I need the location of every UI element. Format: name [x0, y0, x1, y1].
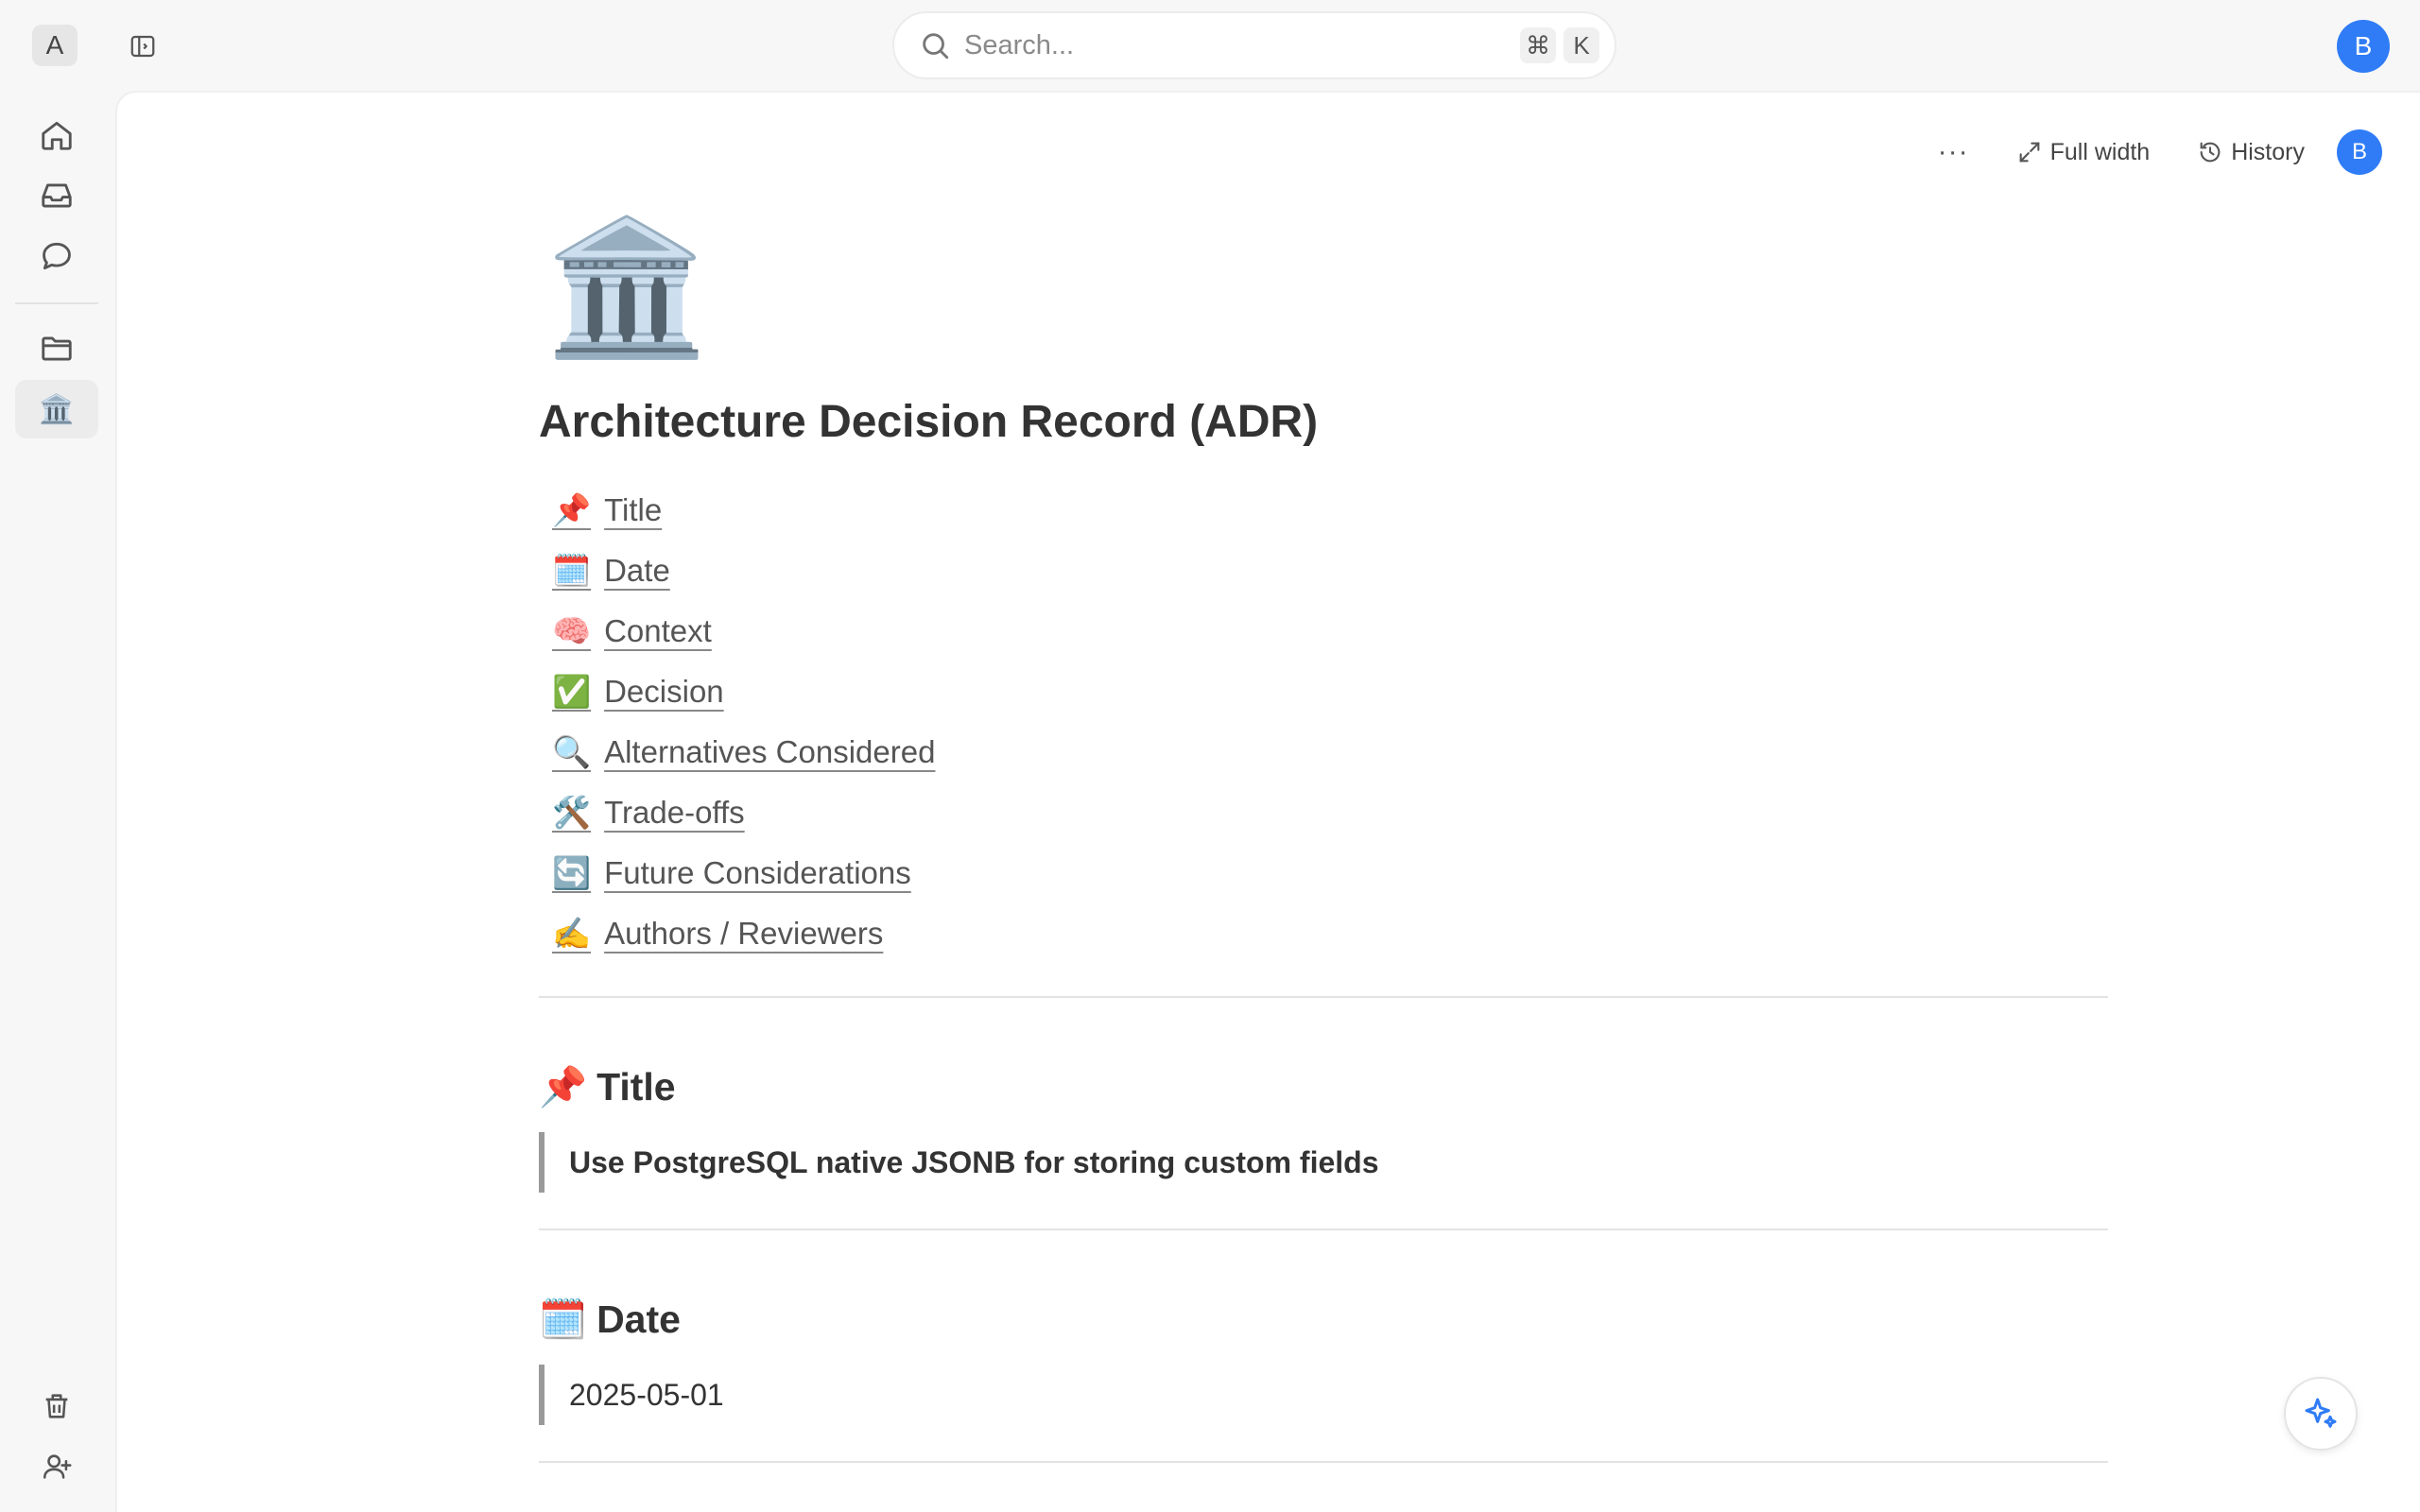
sparkle-icon	[2305, 1398, 2337, 1428]
history-button[interactable]: History	[2197, 139, 2305, 166]
page-adr-shortcut[interactable]: 🏛️	[15, 380, 98, 438]
sidebar-toggle-icon[interactable]	[127, 30, 159, 62]
rail-divider	[15, 302, 98, 304]
folder-icon[interactable]	[15, 319, 98, 378]
search-bar[interactable]: ⌘ K	[892, 11, 1616, 79]
home-icon[interactable]	[15, 106, 98, 164]
divider	[539, 996, 2108, 998]
full-width-button[interactable]: Full width	[2016, 138, 2151, 166]
more-options-button[interactable]: ···	[1938, 136, 1969, 168]
history-icon	[2200, 142, 2221, 163]
shortcut-k-key: K	[1564, 27, 1599, 63]
workspace-switcher[interactable]: A	[32, 25, 78, 66]
toc-link-authors-reviewers[interactable]: ✍️ Authors / Reviewers	[552, 903, 883, 964]
shortcut-cmd-key: ⌘	[1520, 27, 1556, 63]
section-heading-date[interactable]: 🗓️ Date	[539, 1293, 2108, 1346]
section-quote-date[interactable]: 2025-05-01	[539, 1365, 2108, 1425]
search-input[interactable]	[964, 29, 1494, 61]
ai-assistant-button[interactable]	[2284, 1377, 2358, 1451]
section-heading-title[interactable]: 📌 Title	[539, 1060, 2108, 1113]
toc-link-alternatives[interactable]: 🔍 Alternatives Considered	[552, 722, 935, 782]
page-emoji-icon: 🏛️	[39, 393, 75, 425]
chat-icon[interactable]	[15, 227, 98, 285]
main-panel: ··· Full width History B 🏛️ Architecture…	[115, 91, 2420, 1512]
toc-link-trade-offs[interactable]: 🛠️ Trade-offs	[552, 782, 745, 843]
history-label: History	[2231, 138, 2305, 165]
toc-link-future-considerations[interactable]: 🔄 Future Considerations	[552, 843, 911, 903]
table-of-contents: 📌 Title 🗓️ Date 🧠 Context ✅ Decision 🔍 Altern…	[539, 480, 2108, 964]
inbox-icon[interactable]	[15, 166, 98, 225]
page-icon[interactable]: 🏛️	[544, 212, 2108, 372]
divider	[539, 1461, 2108, 1463]
divider	[539, 1228, 2108, 1230]
toc-link-decision[interactable]: ✅ Decision	[552, 662, 724, 722]
user-avatar[interactable]: B	[2337, 20, 2390, 73]
toc-link-date[interactable]: 🗓️ Date	[552, 541, 670, 601]
invite-user-icon[interactable]	[15, 1440, 98, 1493]
trash-icon[interactable]	[15, 1380, 98, 1433]
toc-link-title[interactable]: 📌 Title	[552, 480, 662, 541]
search-icon	[923, 33, 949, 60]
document: 🏛️ Architecture Decision Record (ADR) 📌 T…	[539, 212, 2108, 1463]
section-quote-title[interactable]: Use PostgreSQL native JSONB for storing …	[539, 1132, 2108, 1193]
expand-icon	[2019, 142, 2039, 163]
toc-link-context[interactable]: 🧠 Context	[552, 601, 712, 662]
page-title[interactable]: Architecture Decision Record (ADR)	[539, 393, 2108, 452]
page-toolbar: ··· Full width History B	[1891, 129, 2382, 176]
full-width-label: Full width	[2049, 138, 2151, 165]
collaborator-avatar[interactable]: B	[2337, 129, 2382, 175]
